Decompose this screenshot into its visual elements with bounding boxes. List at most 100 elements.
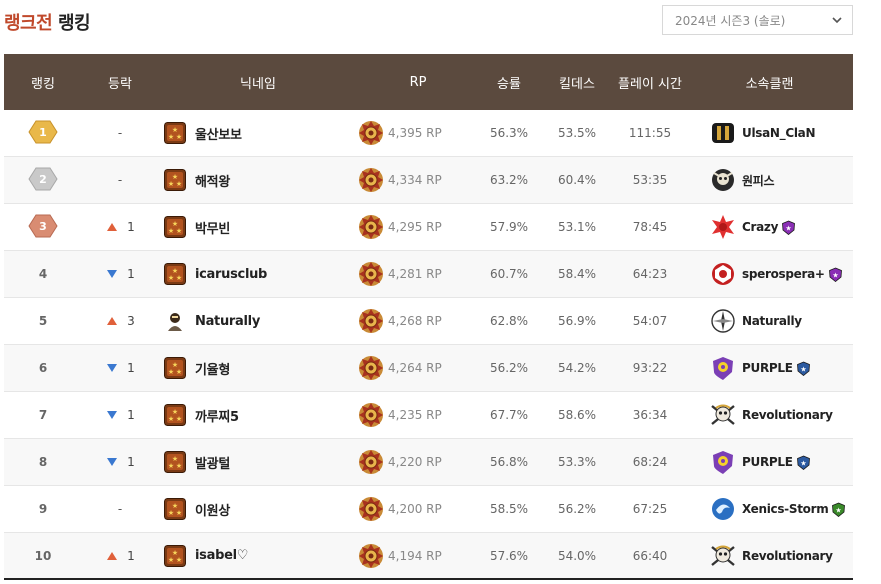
winrate-cell: 62.8% [489,314,529,328]
player-nickname: isabel♡ [195,548,249,563]
clan-emblem-icon [712,123,734,143]
playtime-cell: 36:34 [632,408,668,422]
table-row[interactable]: 2 - ★ ★ ★ 해적왕 4,334 RP 63.2% 60.4% 53:35 원피스 [4,157,853,204]
clan-name: Crazy [742,220,779,234]
rp-value: 4,268 RP [388,314,442,328]
kd-cell: 54.0% [557,548,597,563]
clan-cell[interactable]: sperospera+ ★ [686,261,853,287]
clan-emblem-icon [711,404,735,425]
rank-cell: 9 [4,502,82,516]
rp-cell: 4,281 RP [358,261,478,287]
clan-cell[interactable]: Crazy ★ [686,214,853,240]
table-row[interactable]: 8 1 ★ ★ ★ 발광털 4,220 RP 56.8% 53.3% 68:24 PURPLE ★ [4,439,853,486]
clan-cell[interactable]: 원피스 [686,167,853,193]
rank-badge-icon: ★★ ★ [164,122,186,144]
rp-cell: 4,220 RP [358,449,478,475]
table-row[interactable]: 7 1 ★ ★ ★ 까루찌5 4,235 RP 67.7% 58.6% 36:34 Revoluti… [4,392,853,439]
change-indicator: 3 [107,314,135,328]
rank-badge-icon: ★★ ★ [164,216,186,238]
clan-name: PURPLE [742,361,793,375]
table-row[interactable]: 5 3 Naturally 4,268 RP 62.8% 56.9% 54:07 Natura… [4,298,853,345]
clan-grade-badge-icon: ★ [782,220,796,235]
rank-cell: 7 [4,408,82,422]
svg-text:★: ★ [800,459,806,467]
nickname-cell[interactable]: ★ ★ ★ 까루찌5 [158,404,358,426]
clan-cell[interactable]: Xenics-Storm ★ [686,496,853,522]
rp-value: 4,264 RP [388,361,442,375]
medal-number: 1 [39,126,47,139]
rp-tier-icon [359,543,383,568]
playtime-cell: 68:24 [632,455,668,469]
nickname-cell[interactable]: ★ ★ ★ 해적왕 [158,169,358,191]
clan-name: Revolutionary [742,548,833,563]
clan-cell[interactable]: Revolutionary [686,402,853,428]
rank-number: 5 [38,314,48,328]
change-cell: 1 [82,361,158,375]
season-select-value: 2024년 시즌3 (솔로) [675,13,786,28]
clan-emblem-icon [713,451,733,474]
clan-cell[interactable]: PURPLE ★ [686,449,853,475]
clan-emblem-icon [712,169,734,191]
clan-cell[interactable]: PURPLE ★ [686,355,853,381]
nickname-cell[interactable]: ★ ★ ★ 기율형 [158,357,358,379]
nickname-cell[interactable]: ★ ★ ★ 이원상 [158,498,358,520]
winrate-cell: 67.7% [489,408,529,422]
clan-cell[interactable]: Revolutionary [686,543,853,569]
clan-emblem-icon [713,357,733,380]
nickname-cell[interactable]: ★ ★ ★ isabel♡ [158,544,358,567]
player-nickname: 발광털 [195,456,230,472]
season-select[interactable]: 2024년 시즌3 (솔로) [662,5,853,35]
svg-text:★: ★ [176,556,182,564]
header-rp: RP [409,74,427,90]
kd-cell: 58.4% [557,267,597,281]
table-row[interactable]: 10 1 ★ ★ ★ isabel♡ 4,194 RP 57.6% 54.0% 66:40 Revo… [4,533,853,580]
change-value: 3 [127,314,135,328]
table-header: 랭킹 등락 닉네임 RP 승률 킬데스 플레이 시간 소속클랜 [4,54,853,110]
table-row[interactable]: 1 - ★ ★ ★ 울산보보 4,395 RP 56.3% 53.5% 111:55 UlsaN_C… [4,110,853,157]
ranking-table: 랭킹 등락 닉네임 RP 승률 킬데스 플레이 시간 소속클랜 1- ★ ★ ★ 울산보… [4,54,853,580]
nickname-cell[interactable]: ★ ★ ★ icarusclub [158,263,358,285]
winrate-cell: 57.9% [489,220,529,234]
kd-cell: 53.3% [557,455,597,469]
svg-text:★: ★ [176,415,182,423]
table-row[interactable]: 3 1 ★ ★ ★ 박무빈 4,295 RP 57.9% 53.1% 78:45 Crazy ★ [4,204,853,251]
player-nickname: 박무빈 [195,221,230,237]
rank-badge-icon: ★★ ★ [164,404,186,426]
clan-cell[interactable]: UlsaN_ClaN [686,120,853,146]
rp-tier-icon [359,215,383,239]
nickname-cell[interactable]: Naturally [158,310,358,332]
nickname-cell[interactable]: ★ ★ ★ 울산보보 [158,122,358,144]
svg-text:★: ★ [168,509,174,517]
rp-value: 4,295 RP [388,220,442,234]
table-row[interactable]: 4 1 ★ ★ ★ icarusclub 4,281 RP 60.7% 58.4% 64:23 sp… [4,251,853,298]
svg-text:★: ★ [176,462,182,470]
svg-text:★: ★ [176,227,182,235]
clan-cell[interactable]: Naturally [686,308,853,334]
rank-number: 4 [38,267,48,281]
rp-tier-icon [359,356,383,380]
kd-cell: 60.4% [557,173,597,187]
change-indicator: 1 [107,267,135,281]
winrate-cell: 58.5% [489,502,529,516]
rp-tier-icon [359,403,383,427]
rp-tier-icon [359,168,383,192]
rank-number: 7 [38,408,48,422]
rp-cell: 4,295 RP [358,214,478,240]
rank-badge-icon: ★★ ★ [164,451,186,473]
nickname-cell[interactable]: ★ ★ ★ 박무빈 [158,216,358,238]
svg-text:★: ★ [176,180,182,188]
kd-cell: 56.9% [557,314,597,328]
change-cell: - [82,173,158,187]
arrow-up-icon [107,551,118,560]
medal-bronze-icon: 3 [28,214,58,237]
clan-emblem-icon [712,215,734,239]
change-none: - [117,502,123,516]
clan-name: 원피스 [742,173,775,188]
table-row[interactable]: 9- ★ ★ ★ 이원상 4,200 RP 58.5% 56.2% 67:25 Xenics-St… [4,486,853,533]
rp-value: 4,334 RP [388,173,442,187]
rp-value: 4,235 RP [388,408,442,422]
nickname-cell[interactable]: ★ ★ ★ 발광털 [158,451,358,473]
arrow-down-icon [107,458,118,466]
table-row[interactable]: 6 1 ★ ★ ★ 기율형 4,264 RP 56.2% 54.2% 93:22 PURPLE ★ [4,345,853,392]
change-value: 1 [127,408,135,422]
